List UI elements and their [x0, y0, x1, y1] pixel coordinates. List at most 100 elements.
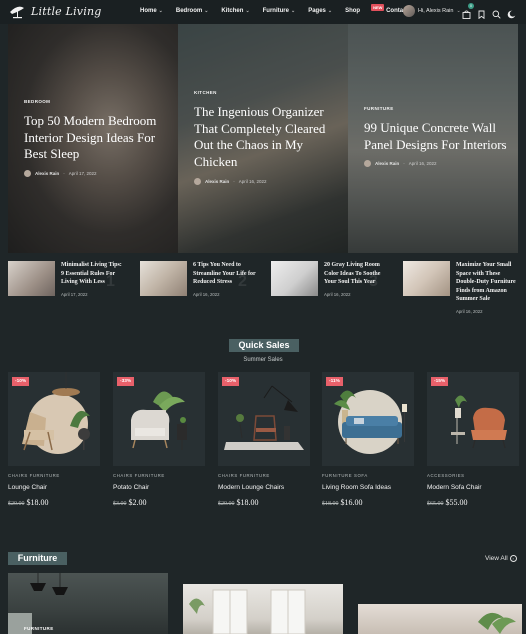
product-card[interactable]: -33% CHAIRS FURNITURE Potato Chair $3.00… — [113, 372, 205, 507]
hero-card-kitchen[interactable]: KITCHEN The Ingenious Organizer That Com… — [178, 24, 348, 253]
view-all-link[interactable]: View All › — [485, 555, 517, 562]
logo-lamp-icon — [8, 3, 28, 19]
card-category[interactable]: FURNITURE — [24, 626, 54, 631]
product-name[interactable]: Potato Chair — [113, 484, 205, 491]
product-price: $18.00 $16.00 — [322, 498, 414, 507]
product-categories[interactable]: FURNITURE SOFA — [322, 473, 414, 478]
potato-chair-illustration — [131, 391, 187, 450]
product-name[interactable]: Modern Sofa Chair — [427, 484, 519, 491]
sofa-chair-illustration — [451, 395, 507, 449]
hero-category[interactable]: FURNITURE — [364, 106, 394, 111]
user-menu[interactable]: Hi, Alexis Rain ⌄ — [403, 5, 461, 17]
product-categories[interactable]: CHAIRS FURNITURE — [218, 473, 310, 478]
nav-home[interactable]: Home ⌄ — [140, 8, 163, 14]
site-header: Little Living Home ⌄ Bedroom ⌄ Kitchen ⌄ Fu… — [0, 0, 526, 24]
discount-badge: -10% — [222, 377, 240, 386]
post-text: Minimalist Living Tips: 9 Essential Rule… — [61, 261, 125, 297]
post-title[interactable]: Minimalist Living Tips: 9 Essential Rule… — [61, 261, 125, 287]
old-price: $18.00 — [322, 501, 339, 507]
site-logo[interactable]: Little Living — [8, 3, 101, 19]
product-card[interactable]: -10% CHAIRS FURNITURE Modern Lounge Chai… — [218, 372, 310, 507]
product-card[interactable]: -11% FURNITURE SOFA Living Room Sofa Ide… — [322, 372, 414, 507]
hero-meta: Alexis Rain · April 16, 2022 — [364, 160, 437, 167]
logo-text: Little Living — [31, 4, 102, 18]
hero-card-bedroom[interactable]: BEDROOM Top 50 Modern Bedroom Interior D… — [8, 24, 178, 253]
pendant-lamps-illustration — [8, 573, 68, 634]
nav-bedroom[interactable]: Bedroom ⌄ — [176, 8, 209, 14]
chevron-down-icon: ⌄ — [245, 8, 250, 14]
product-categories[interactable]: CHAIRS FURNITURE — [8, 473, 100, 478]
product-image[interactable]: -33% — [113, 372, 205, 466]
meta-separator: · — [403, 161, 405, 166]
sale-price: $18.00 — [26, 498, 49, 507]
product-price: $65.00 $55.00 — [427, 498, 519, 507]
post-title[interactable]: 6 Tips You Need to Streamline Your Life … — [193, 261, 257, 287]
old-price: $20.00 — [8, 501, 25, 507]
search-icon[interactable] — [492, 6, 501, 19]
nav-furniture[interactable]: Furniture ⌄ — [263, 8, 296, 14]
hero-title[interactable]: The Ingenious Organizer That Completely … — [194, 104, 344, 170]
post-date: April 16, 2022 — [193, 291, 220, 297]
post-thumbnail[interactable] — [140, 261, 187, 296]
product-price: $20.00 $18.00 — [218, 498, 310, 507]
post-thumbnail[interactable] — [8, 261, 55, 296]
nav-label: Pages — [308, 8, 326, 14]
product-card[interactable]: -10% CHAIRS FURNITURE Lounge Chair $20.0… — [8, 372, 100, 507]
list-item[interactable]: 20 Gray Living Room Color Ideas To Sooth… — [271, 261, 388, 297]
chevron-down-icon: ⌄ — [456, 8, 461, 14]
hero-title[interactable]: Top 50 Modern Bedroom Interior Design Id… — [24, 113, 174, 163]
product-name[interactable]: Modern Lounge Chairs — [218, 484, 310, 491]
post-title[interactable]: Maximize Your Small Space with These Dou… — [456, 261, 520, 304]
user-greeting: Hi, Alexis Rain — [418, 8, 454, 14]
chevron-down-icon: ⌄ — [158, 8, 163, 14]
meta-separator: · — [233, 179, 235, 184]
product-card[interactable]: -15% ACCESSORIES Modern Sofa Chair $65.0… — [427, 372, 519, 507]
author-name[interactable]: Alexis Rain — [205, 179, 229, 184]
arrow-right-icon: › — [509, 555, 517, 562]
nav-pages[interactable]: Pages ⌄ — [308, 8, 332, 14]
product-image[interactable]: -11% — [322, 372, 414, 466]
nav-shop[interactable]: Shop NEW — [345, 4, 385, 14]
modern-lounge-chairs-illustration — [224, 385, 304, 450]
recent-posts: Minimalist Living Tips: 9 Essential Rule… — [8, 261, 522, 321]
hero-category[interactable]: BEDROOM — [24, 99, 50, 104]
nav-kitchen[interactable]: Kitchen ⌄ — [221, 8, 249, 14]
cart-icon[interactable]: 0 — [462, 3, 474, 19]
hero-card-furniture[interactable]: FURNITURE 99 Unique Concrete Wall Panel … — [348, 24, 518, 253]
avatar — [24, 170, 31, 177]
sale-price: $18.00 — [236, 498, 259, 507]
furniture-card[interactable] — [183, 584, 343, 634]
post-number: 3 — [369, 273, 378, 290]
product-name[interactable]: Living Room Sofa Ideas — [322, 484, 414, 491]
post-text: 6 Tips You Need to Streamline Your Life … — [193, 261, 257, 297]
list-item[interactable]: 6 Tips You Need to Streamline Your Life … — [140, 261, 257, 297]
product-image[interactable]: -15% — [427, 372, 519, 466]
product-image[interactable]: -10% — [218, 372, 310, 466]
post-date: April 16, 2022 — [408, 161, 437, 166]
lounge-chair-illustration — [22, 372, 90, 454]
section-title-furniture: Furniture — [8, 552, 67, 565]
post-thumbnail[interactable] — [403, 261, 450, 296]
bookmark-icon[interactable] — [477, 6, 486, 20]
post-date: April 16, 2022 — [456, 308, 483, 314]
product-name[interactable]: Lounge Chair — [8, 484, 100, 491]
furniture-card[interactable]: FURNITURE — [8, 573, 168, 634]
dark-mode-icon[interactable] — [507, 6, 516, 19]
product-image[interactable]: -10% — [8, 372, 100, 466]
avatar — [403, 5, 415, 17]
author-name[interactable]: Alexis Rain — [35, 171, 59, 176]
list-item[interactable]: Maximize Your Small Space with These Dou… — [403, 261, 520, 314]
product-price: $3.00 $2.00 — [113, 498, 205, 507]
product-categories[interactable]: CHAIRS FURNITURE — [113, 473, 205, 478]
hero-meta: Alexis Rain · April 16, 2022 — [194, 178, 267, 185]
chevron-down-icon: ⌄ — [327, 8, 333, 14]
author-name[interactable]: Alexis Rain — [375, 161, 399, 166]
list-item[interactable]: Minimalist Living Tips: 9 Essential Rule… — [8, 261, 125, 297]
furniture-card[interactable] — [358, 604, 522, 634]
product-categories[interactable]: ACCESSORIES — [427, 473, 519, 478]
post-title[interactable]: 20 Gray Living Room Color Ideas To Sooth… — [324, 261, 388, 287]
avatar — [194, 178, 201, 185]
post-thumbnail[interactable] — [271, 261, 318, 296]
hero-title[interactable]: 99 Unique Concrete Wall Panel Designs Fo… — [364, 120, 514, 153]
hero-category[interactable]: KITCHEN — [194, 90, 217, 95]
